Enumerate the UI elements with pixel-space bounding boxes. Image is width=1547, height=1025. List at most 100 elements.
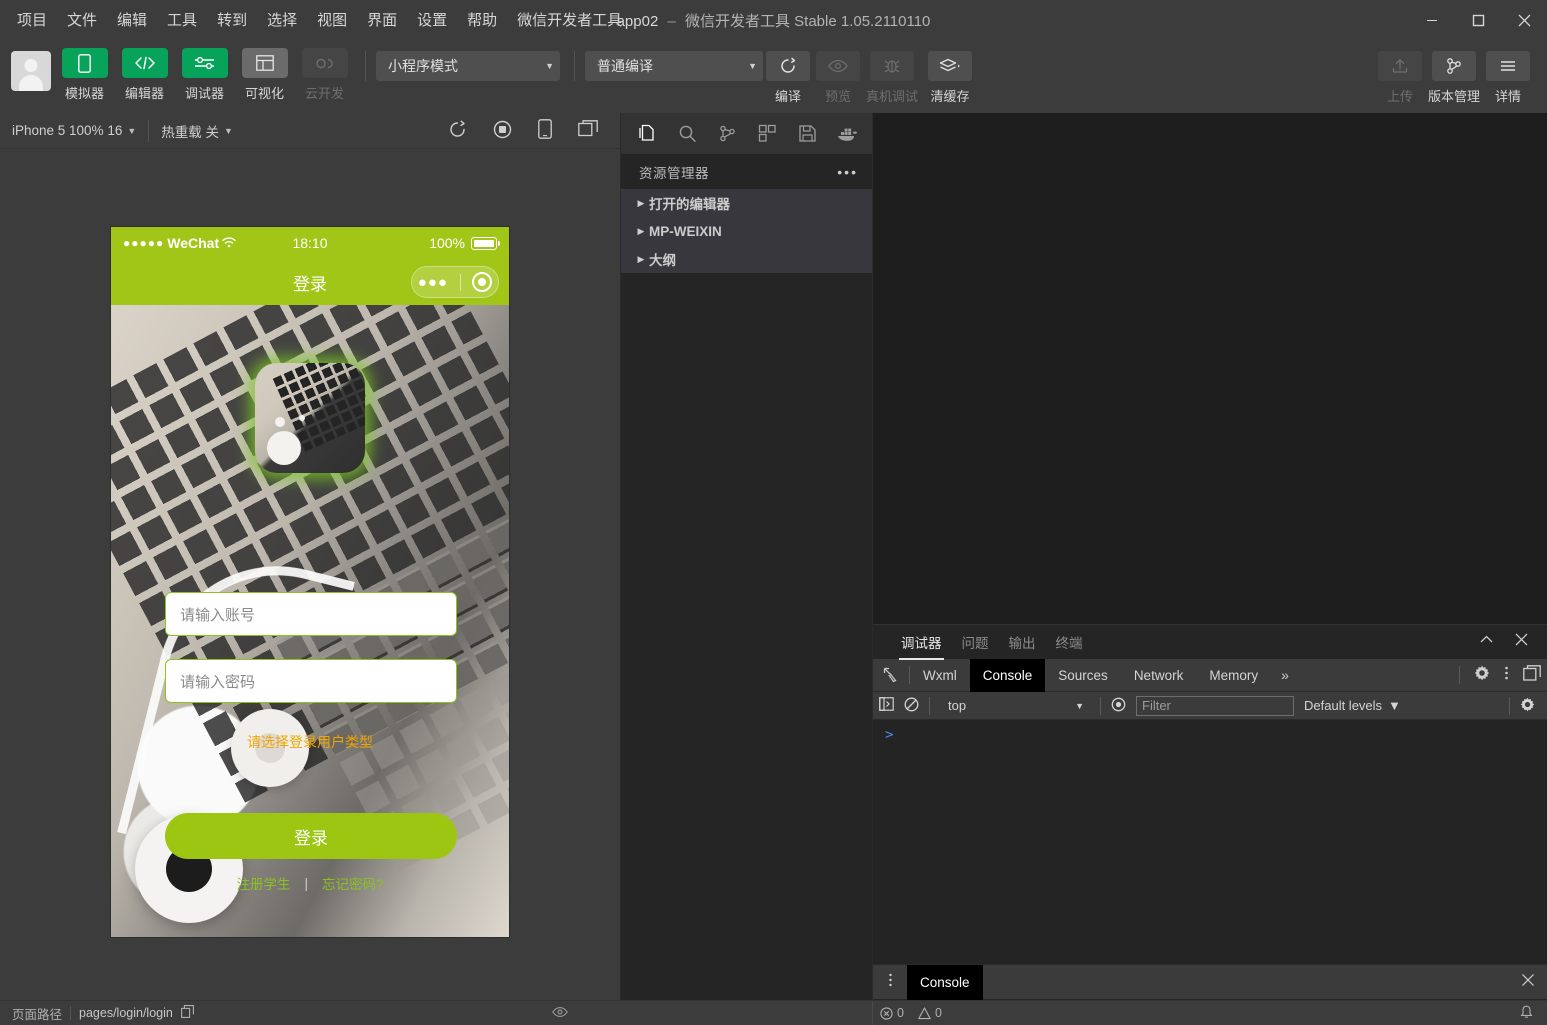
- menu-item-project[interactable]: 项目: [8, 7, 56, 34]
- user-avatar[interactable]: [11, 51, 51, 91]
- save-layout-icon[interactable]: [787, 113, 827, 154]
- upload-button[interactable]: 上传: [1375, 48, 1425, 105]
- devtools-tab-network[interactable]: Network: [1121, 659, 1197, 692]
- mode-select[interactable]: 小程序模式 ▼: [376, 51, 560, 81]
- console-sidebar-icon[interactable]: [879, 697, 894, 714]
- capsule-close-icon[interactable]: [472, 272, 493, 292]
- link-separator: |: [304, 875, 308, 891]
- console-levels-select[interactable]: Default levels ▼: [1304, 698, 1401, 713]
- capsule-menu-icon[interactable]: ●●●: [418, 275, 448, 290]
- status-counters: 0 0: [880, 1006, 956, 1020]
- explorer-more-icon[interactable]: •••: [837, 164, 858, 180]
- wechat-capsule[interactable]: ●●●: [411, 266, 499, 298]
- real-device-debug-button[interactable]: 真机调试: [863, 48, 921, 105]
- devtools-tab-wxml[interactable]: Wxml: [910, 659, 970, 692]
- tab-output[interactable]: 输出: [999, 625, 1046, 660]
- version-control-button[interactable]: 版本管理: [1425, 48, 1483, 105]
- tab-debugger[interactable]: 调试器: [891, 625, 952, 660]
- multi-window-icon[interactable]: [578, 120, 598, 141]
- chevron-up-icon[interactable]: [1479, 632, 1494, 652]
- docker-icon[interactable]: [827, 113, 867, 154]
- activity-bar: [621, 113, 872, 154]
- drawer-tab-console[interactable]: Console: [907, 964, 983, 1000]
- clear-console-icon[interactable]: [904, 697, 919, 715]
- page-path-value[interactable]: pages/login/login: [79, 1006, 173, 1020]
- debugger-panel-actions: [1479, 632, 1547, 652]
- device-select[interactable]: iPhone 5 100% 16 ▼: [0, 123, 148, 138]
- console-filter-input[interactable]: Filter: [1136, 695, 1294, 716]
- minimize-button[interactable]: [1409, 0, 1455, 40]
- preview-button[interactable]: 预览: [813, 48, 863, 105]
- editor-panel: 资源管理器 ••• ▶ 打开的编辑器 ▶ MP-WEIXIN ▶ 大纲: [620, 113, 872, 1025]
- record-icon[interactable]: [493, 120, 512, 142]
- menu-item-devtools[interactable]: 微信开发者工具: [508, 7, 631, 34]
- toolbar-button-cloud[interactable]: 云开发: [298, 48, 351, 102]
- devtools-more-tabs-icon[interactable]: »: [1271, 667, 1299, 683]
- tree-item-mp-weixin[interactable]: ▶ MP-WEIXIN: [621, 217, 872, 245]
- files-icon[interactable]: [627, 113, 667, 154]
- inspect-element-icon[interactable]: [873, 667, 909, 683]
- clear-cache-button[interactable]: 清缓存: [921, 48, 979, 105]
- compile-select[interactable]: 普通编译 ▼: [585, 51, 763, 81]
- layers-icon: [928, 51, 972, 81]
- error-count[interactable]: 0: [880, 1006, 904, 1020]
- toolbar-button-visual[interactable]: 可视化: [238, 48, 291, 102]
- menu-item-goto[interactable]: 转到: [208, 7, 256, 34]
- copy-icon[interactable]: [180, 1005, 194, 1021]
- forgot-password-link[interactable]: 忘记密码?: [322, 873, 384, 893]
- menu-item-select[interactable]: 选择: [258, 7, 306, 34]
- rotate-device-icon[interactable]: [538, 119, 552, 142]
- console-toolbar: top ▼ Filter Default levels ▼: [873, 692, 1547, 720]
- menu-item-tools[interactable]: 工具: [158, 7, 206, 34]
- simulator-status-eye-icon[interactable]: [552, 1005, 568, 1023]
- menu-item-settings[interactable]: 设置: [408, 7, 456, 34]
- menu-item-interface[interactable]: 界面: [358, 7, 406, 34]
- close-icon[interactable]: [1521, 973, 1547, 992]
- devtools-tab-memory[interactable]: Memory: [1196, 659, 1271, 692]
- kebab-menu-icon[interactable]: [873, 972, 907, 993]
- login-button[interactable]: 登录: [165, 813, 457, 859]
- tree-item-outline[interactable]: ▶ 大纲: [621, 245, 872, 273]
- console-output[interactable]: >: [873, 720, 1547, 964]
- devtools-tab-actions: [1459, 664, 1547, 686]
- gear-icon[interactable]: [1474, 665, 1490, 686]
- compile-button[interactable]: 编译: [763, 48, 813, 105]
- search-icon[interactable]: [667, 113, 707, 154]
- console-settings-group: [1509, 696, 1541, 715]
- devtools-tab-sources[interactable]: Sources: [1045, 659, 1121, 692]
- details-button[interactable]: 详情: [1483, 48, 1533, 105]
- menu-item-view[interactable]: 视图: [308, 7, 356, 34]
- toolbar-button-debugger[interactable]: 调试器: [178, 48, 231, 102]
- tab-problems[interactable]: 问题: [952, 625, 999, 660]
- close-button[interactable]: [1501, 0, 1547, 40]
- console-context-select[interactable]: top ▼: [940, 698, 1090, 713]
- menu-item-help[interactable]: 帮助: [458, 7, 506, 34]
- toolbar-button-simulator[interactable]: 模拟器: [58, 48, 111, 102]
- console-context-value: top: [948, 698, 967, 713]
- menu-item-file[interactable]: 文件: [58, 7, 106, 34]
- maximize-button[interactable]: [1455, 0, 1501, 40]
- source-control-icon[interactable]: [707, 113, 747, 154]
- register-link[interactable]: 注册学生: [236, 873, 290, 893]
- close-icon[interactable]: [1514, 632, 1529, 652]
- dock-panel-icon[interactable]: [1523, 664, 1541, 686]
- user-type-hint[interactable]: 请选择登录用户类型: [111, 732, 509, 752]
- tree-item-open-editors[interactable]: ▶ 打开的编辑器: [621, 189, 872, 217]
- hot-reload-select[interactable]: 热重载 关 ▼: [149, 121, 245, 141]
- tab-terminal[interactable]: 终端: [1046, 625, 1093, 660]
- toolbar-button-editor[interactable]: 编辑器: [118, 48, 171, 102]
- extensions-icon[interactable]: [747, 113, 787, 154]
- warning-count-value: 0: [934, 1006, 942, 1020]
- password-input[interactable]: 请输入密码: [165, 659, 457, 703]
- logo-image: [255, 363, 365, 473]
- refresh-icon[interactable]: [448, 120, 467, 142]
- live-expression-icon[interactable]: [1111, 697, 1126, 715]
- kebab-menu-icon[interactable]: [1504, 665, 1509, 686]
- phone-status-bar: ●●●●● WeChat 18:10 100%: [111, 227, 509, 259]
- account-input[interactable]: 请输入账号: [165, 592, 457, 636]
- warning-count[interactable]: 0: [918, 1006, 942, 1020]
- notification-bell-icon[interactable]: [1520, 1005, 1533, 1022]
- gear-icon[interactable]: [1510, 697, 1535, 715]
- devtools-tab-console[interactable]: Console: [969, 658, 1046, 692]
- menu-item-edit[interactable]: 编辑: [108, 7, 156, 34]
